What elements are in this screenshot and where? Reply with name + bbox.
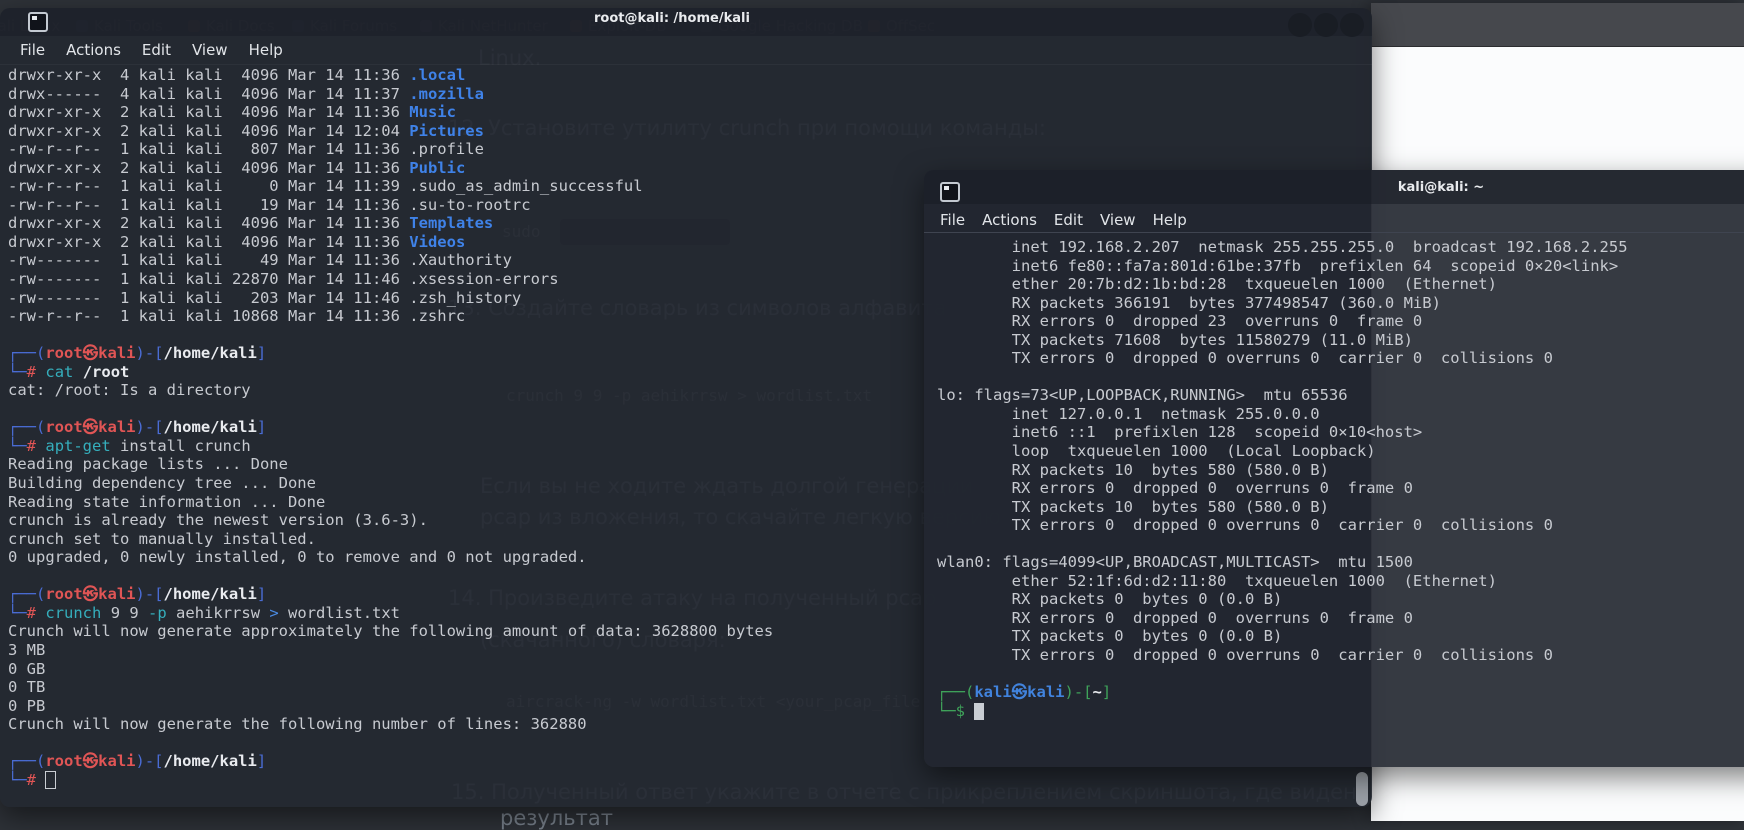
terminal-line: ┌──(root㉿kali)-[/home/kali] bbox=[8, 585, 773, 604]
terminal-line: inet 192.168.2.207 netmask 255.255.255.0… bbox=[937, 238, 1628, 257]
terminal-line: Reading package lists ... Done bbox=[8, 455, 773, 474]
terminal-icon bbox=[28, 12, 48, 32]
terminal-line bbox=[8, 734, 773, 753]
terminal-line bbox=[937, 368, 1628, 387]
menu-item-view[interactable]: View bbox=[1100, 211, 1136, 229]
terminal-line: ether 20:7b:d2:1b:bd:28 txqueuelen 1000 … bbox=[937, 275, 1628, 294]
menu-item-file[interactable]: File bbox=[940, 211, 965, 229]
menu-item-actions[interactable]: Actions bbox=[982, 211, 1037, 229]
terminal-line: inet6 ::1 prefixlen 128 scopeid 0×10<hos… bbox=[937, 423, 1628, 442]
terminal-line: └─$ bbox=[937, 702, 1628, 721]
terminal-line: 3 MB bbox=[8, 641, 773, 660]
terminal-line: RX packets 0 bytes 0 (0.0 B) bbox=[937, 590, 1628, 609]
menu-item-edit[interactable]: Edit bbox=[142, 41, 171, 59]
terminal-line: cat: /root: Is a directory bbox=[8, 381, 773, 400]
terminal-line: 0 GB bbox=[8, 660, 773, 679]
terminal-line: RX errors 0 dropped 23 overruns 0 frame … bbox=[937, 312, 1628, 331]
terminal-line bbox=[8, 326, 773, 345]
scrollbar-thumb[interactable] bbox=[1356, 772, 1368, 806]
menu-item-help[interactable]: Help bbox=[1153, 211, 1187, 229]
menu-item-file[interactable]: File bbox=[20, 41, 45, 59]
terminal-line: 0 TB bbox=[8, 678, 773, 697]
menubar-separator bbox=[924, 232, 1744, 233]
terminal-kali-menubar: File Actions Edit View Help bbox=[940, 208, 1187, 232]
terminal-root-menubar: File Actions Edit View Help bbox=[20, 38, 283, 62]
terminal-line: TX errors 0 dropped 0 overruns 0 carrier… bbox=[937, 646, 1628, 665]
terminal-line: drwxr-xr-x 2 kali kali 4096 Mar 14 11:36… bbox=[8, 233, 773, 252]
menu-item-edit[interactable]: Edit bbox=[1054, 211, 1083, 229]
terminal-line: TX packets 71608 bytes 11580279 (11.0 Mi… bbox=[937, 331, 1628, 350]
terminal-line: └─# apt-get install crunch bbox=[8, 437, 773, 456]
terminal-line: Reading state information ... Done bbox=[8, 493, 773, 512]
terminal-root-output[interactable]: drwxr-xr-x 4 kali kali 4096 Mar 14 11:36… bbox=[8, 66, 773, 789]
terminal-line: lo: flags=73<UP,LOOPBACK,RUNNING> mtu 65… bbox=[937, 386, 1628, 405]
close-button[interactable] bbox=[1340, 13, 1364, 37]
terminal-line bbox=[937, 665, 1628, 684]
menu-item-actions[interactable]: Actions bbox=[66, 41, 121, 59]
terminal-line: drwxr-xr-x 2 kali kali 4096 Mar 14 11:36… bbox=[8, 159, 773, 178]
terminal-line: Crunch will now generate approximately t… bbox=[8, 622, 773, 641]
terminal-line: TX packets 0 bytes 0 (0.0 B) bbox=[937, 627, 1628, 646]
terminal-root-title: root@kali: /home/kali bbox=[594, 11, 750, 26]
terminal-line: TX errors 0 dropped 0 overruns 0 carrier… bbox=[937, 516, 1628, 535]
menubar-separator bbox=[0, 64, 1372, 65]
terminal-root-titlebar[interactable]: root@kali: /home/kali bbox=[0, 8, 1372, 36]
terminal-line: inet6 fe80::fa7a:801d:61be:37fb prefixle… bbox=[937, 257, 1628, 276]
menu-item-view[interactable]: View bbox=[192, 41, 228, 59]
terminal-line: -rw-r--r-- 1 kali kali 807 Mar 14 11:36 … bbox=[8, 140, 773, 159]
terminal-line: ┌──(root㉿kali)-[/home/kali] bbox=[8, 344, 773, 363]
terminal-line: Building dependency tree ... Done bbox=[8, 474, 773, 493]
terminal-line: wlan0: flags=4099<UP,BROADCAST,MULTICAST… bbox=[937, 553, 1628, 572]
maximize-button[interactable] bbox=[1314, 13, 1338, 37]
terminal-line: drwxr-xr-x 2 kali kali 4096 Mar 14 12:04… bbox=[8, 122, 773, 141]
terminal-line: drwxr-xr-x 4 kali kali 4096 Mar 14 11:36… bbox=[8, 66, 773, 85]
minimize-button[interactable] bbox=[1288, 13, 1312, 37]
terminal-line: -rw-r--r-- 1 kali kali 19 Mar 14 11:36 .… bbox=[8, 196, 773, 215]
terminal-kali-title: kali@kali: ~ bbox=[924, 180, 1744, 195]
terminal-line: └─# bbox=[8, 771, 773, 790]
terminal-line: TX errors 0 dropped 0 overruns 0 carrier… bbox=[937, 349, 1628, 368]
terminal-line: └─# crunch 9 9 -p aehikrrsw > wordlist.t… bbox=[8, 604, 773, 623]
terminal-line: ether 52:1f:6d:d2:11:80 txqueuelen 1000 … bbox=[937, 572, 1628, 591]
terminal-line: TX packets 10 bytes 580 (580.0 B) bbox=[937, 498, 1628, 517]
terminal-line: ┌──(kali㉿kali)-[~] bbox=[937, 683, 1628, 702]
terminal-line: RX errors 0 dropped 0 overruns 0 frame 0 bbox=[937, 479, 1628, 498]
terminal-line: drwxr-xr-x 2 kali kali 4096 Mar 14 11:36… bbox=[8, 214, 773, 233]
terminal-kali-output[interactable]: inet 192.168.2.207 netmask 255.255.255.0… bbox=[937, 238, 1628, 720]
terminal-line: -rw------- 1 kali kali 22870 Mar 14 11:4… bbox=[8, 270, 773, 289]
terminal-line: -rw------- 1 kali kali 203 Mar 14 11:46 … bbox=[8, 289, 773, 308]
terminal-kali-titlebar[interactable]: kali@kali: ~ bbox=[924, 170, 1744, 204]
terminal-line: loop txqueuelen 1000 (Local Loopback) bbox=[937, 442, 1628, 461]
terminal-line: -rw------- 1 kali kali 49 Mar 14 11:36 .… bbox=[8, 251, 773, 270]
terminal-line: └─# cat /root bbox=[8, 363, 773, 382]
background-window-titlebar[interactable] bbox=[1371, 3, 1744, 47]
terminal-line: Crunch will now generate the following n… bbox=[8, 715, 773, 734]
terminal-line: drwx------ 4 kali kali 4096 Mar 14 11:37… bbox=[8, 85, 773, 104]
terminal-line: 0 upgraded, 0 newly installed, 0 to remo… bbox=[8, 548, 773, 567]
terminal-line: crunch set to manually installed. bbox=[8, 530, 773, 549]
terminal-line: RX packets 366191 bytes 377498547 (360.0… bbox=[937, 294, 1628, 313]
terminal-line: ┌──(root㉿kali)-[/home/kali] bbox=[8, 752, 773, 771]
menu-item-help[interactable]: Help bbox=[249, 41, 283, 59]
terminal-line bbox=[937, 535, 1628, 554]
terminal-line: inet 127.0.0.1 netmask 255.0.0.0 bbox=[937, 405, 1628, 424]
terminal-line: crunch is already the newest version (3.… bbox=[8, 511, 773, 530]
terminal-line bbox=[8, 400, 773, 419]
terminal-line: drwxr-xr-x 2 kali kali 4096 Mar 14 11:36… bbox=[8, 103, 773, 122]
terminal-line: -rw-r--r-- 1 kali kali 10868 Mar 14 11:3… bbox=[8, 307, 773, 326]
page-text-fragment: результат bbox=[500, 806, 613, 830]
terminal-line: -rw-r--r-- 1 kali kali 0 Mar 14 11:39 .s… bbox=[8, 177, 773, 196]
terminal-line bbox=[8, 567, 773, 586]
terminal-line: RX errors 0 dropped 0 overruns 0 frame 0 bbox=[937, 609, 1628, 628]
terminal-window-kali[interactable]: kali@kali: ~ File Actions Edit View Help ine… bbox=[924, 170, 1744, 767]
terminal-line: 0 PB bbox=[8, 697, 773, 716]
terminal-line: ┌──(root㉿kali)-[/home/kali] bbox=[8, 418, 773, 437]
terminal-line: RX packets 10 bytes 580 (580.0 B) bbox=[937, 461, 1628, 480]
